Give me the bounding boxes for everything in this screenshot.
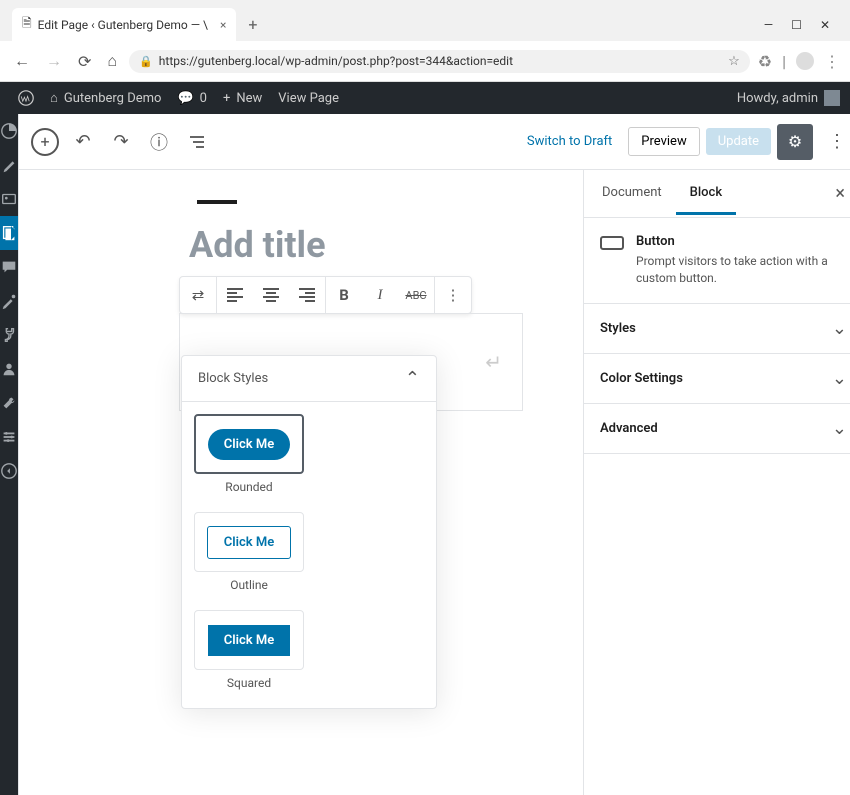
media-icon[interactable] — [0, 182, 18, 216]
address-bar: ← → ⟳ ⌂ 🔒 https://gutenberg.local/wp-adm… — [0, 41, 850, 82]
wp-admin-menu — [0, 114, 18, 795]
block-styles-popover: Block Styles ⌃ Click Me Rounded Click Me Ou… — [181, 355, 437, 709]
posts-icon[interactable] — [0, 148, 18, 182]
tab-block[interactable]: Block — [676, 173, 736, 215]
pages-icon[interactable] — [0, 216, 18, 250]
users-icon[interactable] — [0, 352, 18, 386]
howdy-text: Howdy, admin — [737, 91, 818, 106]
style-label: Squared — [194, 670, 304, 696]
browser-tab[interactable]: 🗎 Edit Page ‹ Gutenberg Demo — \ × — [12, 8, 236, 41]
collapse-icon[interactable] — [0, 454, 18, 488]
plus-icon: + — [223, 91, 230, 106]
close-tab-icon[interactable]: × — [220, 18, 226, 32]
plugins-icon[interactable] — [0, 318, 18, 352]
home-icon: ⌂ — [50, 90, 58, 106]
block-info: Button Prompt visitors to take action wi… — [584, 218, 850, 304]
browser-menu-icon[interactable]: ⋮ — [824, 52, 840, 71]
italic-button[interactable]: I — [362, 277, 398, 313]
align-center-icon[interactable] — [253, 277, 289, 313]
panel-section-title: Color Settings — [600, 371, 683, 386]
button-block-icon — [600, 236, 624, 250]
minimize-icon[interactable]: — — [764, 18, 773, 32]
extension-icon[interactable]: ♻ — [758, 52, 772, 71]
panel-section-title: Advanced — [600, 421, 658, 436]
view-page-link[interactable]: View Page — [270, 91, 347, 106]
more-options-button[interactable]: ⋮ — [819, 124, 850, 160]
style-label: Outline — [194, 572, 304, 598]
panel-section-styles[interactable]: Styles ⌄ — [584, 304, 850, 354]
profile-icon[interactable] — [796, 52, 814, 70]
site-name-link[interactable]: ⌂ Gutenberg Demo — [42, 90, 169, 106]
chevron-up-icon[interactable]: ⌃ — [405, 368, 420, 389]
close-panel-icon[interactable]: × — [821, 173, 850, 214]
settings-icon[interactable] — [0, 420, 18, 454]
transform-icon[interactable]: ⇄ — [180, 277, 216, 313]
file-icon: 🗎 — [22, 14, 32, 35]
settings-sidebar: Document Block × Button Prompt visitors … — [583, 170, 850, 795]
style-option-squared[interactable]: Click Me Squared — [194, 610, 304, 696]
editor-toolbar: + ↶ ↷ ⓘ Switch to Draft Preview Update ⚙… — [19, 114, 850, 170]
strikethrough-button[interactable]: ABC — [398, 277, 434, 313]
title-input[interactable]: Add title — [189, 224, 523, 266]
close-window-icon[interactable]: ✕ — [820, 18, 830, 32]
bold-button[interactable]: B — [326, 277, 362, 313]
title-accent — [197, 200, 237, 204]
new-tab-button[interactable]: + — [242, 11, 263, 38]
tools-icon[interactable] — [0, 386, 18, 420]
comments-link[interactable]: 💬 0 — [169, 91, 215, 106]
url-input[interactable]: 🔒 https://gutenberg.local/wp-admin/post.… — [129, 50, 750, 73]
wp-admin-bar: ⌂ Gutenberg Demo 💬 0 + New View Page How… — [0, 82, 850, 114]
update-button: Update — [706, 128, 771, 155]
settings-gear-button[interactable]: ⚙ — [777, 124, 813, 160]
style-preview-button: Click Me — [208, 625, 291, 656]
align-right-icon[interactable] — [289, 277, 325, 313]
panel-section-color-settings[interactable]: Color Settings ⌄ — [584, 354, 850, 404]
wp-logo[interactable] — [10, 90, 42, 106]
divider: | — [782, 52, 786, 71]
preview-button[interactable]: Preview — [628, 127, 699, 156]
chevron-down-icon: ⌄ — [832, 418, 847, 439]
editor-canvas: Add title ⇄ B I ABC ⋮ — [19, 170, 583, 795]
appearance-icon[interactable] — [0, 284, 18, 318]
back-icon[interactable]: ← — [10, 47, 34, 75]
url-text: https://gutenberg.local/wp-admin/post.ph… — [159, 54, 722, 68]
redo-button[interactable]: ↷ — [103, 124, 139, 160]
new-link[interactable]: + New — [215, 91, 270, 106]
style-preview-button: Click Me — [208, 429, 291, 460]
chevron-down-icon: ⌄ — [832, 318, 847, 339]
block-description: Prompt visitors to take action with a cu… — [636, 253, 847, 287]
info-button[interactable]: ⓘ — [141, 124, 177, 160]
style-label: Rounded — [194, 474, 304, 500]
block-nav-button[interactable] — [179, 124, 215, 160]
block-toolbar: ⇄ B I ABC ⋮ — [179, 276, 472, 314]
dashboard-icon[interactable] — [0, 114, 18, 148]
browser-tabs-bar: 🗎 Edit Page ‹ Gutenberg Demo — \ × + — ☐… — [0, 0, 850, 41]
reload-icon[interactable]: ⟳ — [74, 48, 95, 75]
avatar[interactable] — [824, 90, 840, 106]
more-format-button[interactable]: ⋮ — [435, 277, 471, 313]
align-left-icon[interactable] — [217, 277, 253, 313]
comments-icon[interactable] — [0, 250, 18, 284]
style-option-outline[interactable]: Click Me Outline — [194, 512, 304, 598]
undo-button[interactable]: ↶ — [65, 124, 101, 160]
styles-panel-title: Block Styles — [198, 371, 268, 386]
maximize-icon[interactable]: ☐ — [791, 18, 802, 32]
forward-icon: → — [42, 47, 66, 75]
lock-icon: 🔒 — [139, 55, 153, 68]
switch-to-draft-button[interactable]: Switch to Draft — [517, 128, 622, 155]
tab-title: Edit Page ‹ Gutenberg Demo — \ — [38, 18, 208, 32]
bookmark-star-icon[interactable]: ☆ — [728, 54, 740, 69]
block-name-label: Button — [636, 234, 847, 249]
panel-section-title: Styles — [600, 321, 636, 336]
tab-document[interactable]: Document — [588, 173, 676, 215]
panel-section-advanced[interactable]: Advanced ⌄ — [584, 404, 850, 454]
add-block-button[interactable]: + — [31, 128, 59, 156]
home-icon[interactable]: ⌂ — [103, 47, 121, 75]
chevron-down-icon: ⌄ — [832, 368, 847, 389]
style-option-rounded[interactable]: Click Me Rounded — [194, 414, 304, 500]
style-preview-button: Click Me — [207, 526, 292, 559]
paragraph-indicator-icon: ↵ — [485, 350, 502, 374]
comment-icon: 💬 — [177, 91, 193, 106]
